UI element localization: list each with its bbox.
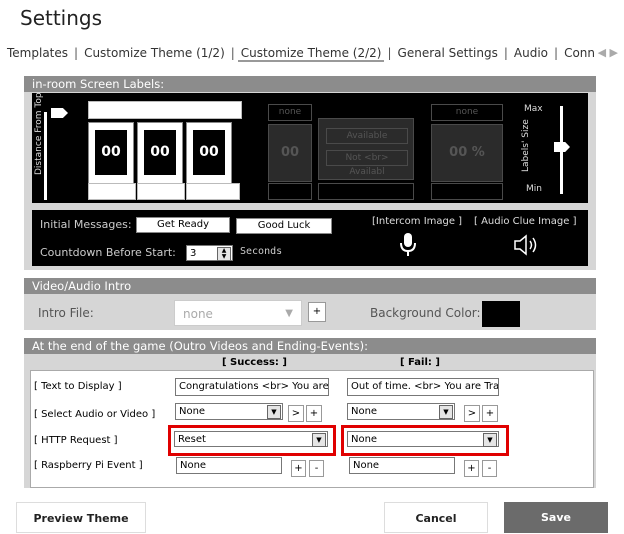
- distance-slider-track[interactable]: [44, 112, 47, 200]
- tab-customize-theme-1[interactable]: Customize Theme (1/2): [81, 46, 228, 60]
- success-audio-select[interactable]: None ▼: [175, 403, 283, 420]
- bottom-box-3[interactable]: [186, 183, 240, 200]
- fail-pi-remove-button[interactable]: -: [482, 460, 497, 477]
- preview-theme-button[interactable]: Preview Theme: [16, 502, 146, 533]
- screen-labels-header: in-room Screen Labels:: [24, 76, 596, 92]
- seconds-digits: 00: [193, 130, 225, 175]
- max-label: Max: [524, 104, 543, 114]
- bottom-box-2[interactable]: [137, 183, 185, 200]
- speaker-icon[interactable]: [512, 233, 542, 257]
- initial-messages-label: Initial Messages:: [40, 218, 132, 231]
- label-text-box[interactable]: [88, 101, 242, 119]
- minutes-digits: 00: [144, 130, 176, 175]
- fail-pi-field[interactable]: None: [349, 457, 455, 474]
- bottom-box-1[interactable]: [88, 183, 136, 200]
- success-pi-remove-button[interactable]: -: [309, 460, 324, 477]
- success-text-input[interactable]: Congratulations <br> You are: [175, 378, 329, 396]
- fail-audio-select[interactable]: None ▼: [347, 403, 455, 420]
- ghost-not-available: Not <br> Availabl: [326, 150, 408, 177]
- ghost-available: Available: [326, 128, 408, 144]
- seconds-label: Seconds: [240, 246, 283, 257]
- countdown-value: 3: [190, 248, 197, 259]
- intro-add-button[interactable]: +: [308, 302, 326, 322]
- tab-conn[interactable]: Conn: [561, 46, 598, 60]
- get-ready-field[interactable]: Get Ready: [136, 217, 230, 233]
- intro-file-label: Intro File:: [38, 306, 94, 320]
- success-pi-add-button[interactable]: +: [291, 460, 306, 477]
- fail-audio-value: None: [351, 406, 378, 417]
- tab-general-settings[interactable]: General Settings: [395, 46, 501, 60]
- success-audio-add-button[interactable]: +: [306, 405, 322, 422]
- countdown-input[interactable]: 3 ▲ ▼: [186, 245, 233, 261]
- ghost-bottom-1: [268, 183, 312, 200]
- tab-audio[interactable]: Audio: [511, 46, 551, 60]
- tab-bar: Templates | Customize Theme (1/2) | Customiz…: [4, 46, 604, 68]
- page-title: Settings: [20, 6, 103, 30]
- hours-box: 00: [88, 122, 134, 184]
- seconds-box: 00: [186, 122, 232, 184]
- success-header: [ Success: ]: [222, 357, 287, 368]
- fail-http-value: None: [351, 434, 378, 445]
- chevron-down-icon: ▼: [483, 433, 497, 447]
- tab-scroll-arrows: ◀ ▶: [598, 46, 618, 59]
- chevron-down-icon: ▼: [312, 433, 326, 447]
- tab-templates[interactable]: Templates: [4, 46, 71, 60]
- video-intro-header: Video/Audio Intro: [24, 278, 596, 294]
- success-audio-value: None: [179, 406, 206, 417]
- chevron-down-icon: ▼: [267, 405, 281, 419]
- countdown-label: Countdown Before Start:: [40, 246, 176, 259]
- success-http-select[interactable]: Reset ▼: [174, 431, 328, 447]
- good-luck-field[interactable]: Good Luck: [236, 218, 332, 234]
- intro-file-value: none: [183, 307, 213, 321]
- intercom-image-label: [Intercom Image ]: [372, 216, 463, 227]
- cancel-button[interactable]: Cancel: [384, 502, 488, 533]
- ghost-label-1: none: [268, 104, 312, 121]
- background-color-swatch[interactable]: [482, 301, 520, 327]
- audio-clue-image-label: [ Audio Clue Image ]: [474, 216, 577, 227]
- microphone-icon[interactable]: [398, 232, 418, 258]
- save-button[interactable]: Save: [504, 502, 608, 533]
- countdown-spinner-icon[interactable]: ▲ ▼: [217, 247, 231, 261]
- fail-http-select[interactable]: None ▼: [347, 431, 499, 447]
- fail-audio-add-button[interactable]: +: [482, 405, 498, 422]
- chevron-down-icon: ▼: [285, 308, 293, 319]
- ghost-label-2: none: [431, 104, 503, 121]
- fail-pi-add-button[interactable]: +: [464, 460, 479, 477]
- intro-file-dropdown[interactable]: none ▼: [174, 300, 302, 326]
- min-label: Min: [526, 184, 542, 194]
- outro-header: At the end of the game (Outro Videos and…: [24, 338, 596, 354]
- tab-customize-theme-2[interactable]: Customize Theme (2/2): [237, 46, 385, 62]
- ghost-bottom-3: [431, 183, 503, 200]
- chevron-down-icon: ▼: [439, 405, 453, 419]
- tab-left-arrow-icon[interactable]: ◀: [598, 46, 606, 59]
- hours-digits: 00: [95, 130, 127, 175]
- tab-right-arrow-icon[interactable]: ▶: [610, 46, 618, 59]
- select-audio-video-label: [ Select Audio or Video ]: [34, 409, 156, 420]
- text-to-display-label: [ Text to Display ]: [34, 381, 122, 392]
- success-audio-play-button[interactable]: >: [288, 405, 304, 422]
- background-color-label: Background Color:: [370, 306, 481, 320]
- ghost-bottom-2: [318, 183, 414, 200]
- success-http-value: Reset: [178, 434, 206, 445]
- minutes-box: 00: [137, 122, 183, 184]
- raspberry-pi-event-label: [ Raspberry Pi Event ]: [34, 460, 143, 471]
- success-pi-field[interactable]: None: [176, 457, 282, 474]
- ghost-digit: 00: [268, 124, 312, 182]
- distance-label: Distance From Top: [34, 92, 44, 175]
- fail-header: [ Fail: ]: [400, 357, 440, 368]
- http-request-label: [ HTTP Request ]: [34, 435, 118, 446]
- ghost-percent: 00 %: [431, 124, 503, 182]
- size-label: Labels' Size: [521, 119, 531, 172]
- fail-audio-play-button[interactable]: >: [464, 405, 480, 422]
- fail-text-input[interactable]: Out of time. <br> You are Trap: [347, 378, 499, 396]
